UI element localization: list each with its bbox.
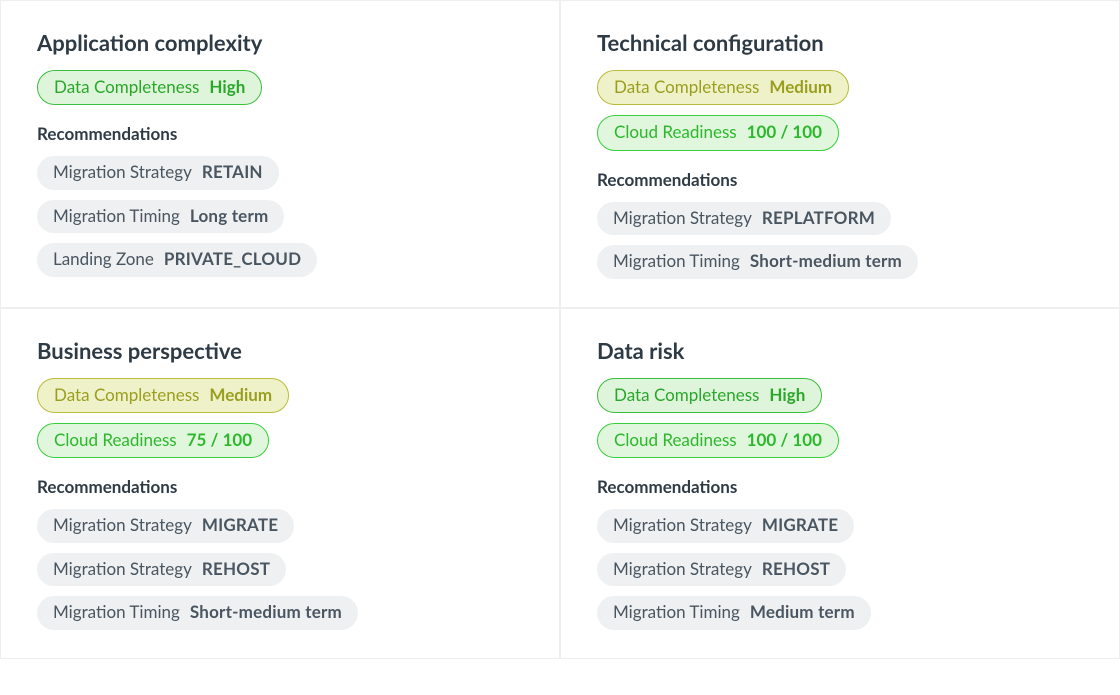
status-pills: Data Completeness High	[37, 70, 527, 105]
pill-cloud-readiness: Cloud Readiness 100 / 100	[597, 423, 839, 458]
chip-label: Migration Timing	[53, 602, 180, 622]
chip-label: Migration Strategy	[53, 162, 192, 182]
chip-label: Migration Strategy	[613, 208, 752, 228]
pill-value: 100 / 100	[747, 430, 822, 450]
chip-value: PRIVATE_CLOUD	[164, 249, 301, 269]
pill-cloud-readiness: Cloud Readiness 100 / 100	[597, 115, 839, 150]
chip-label: Migration Strategy	[613, 559, 752, 579]
card-title: Application complexity	[37, 29, 527, 56]
chip-label: Migration Strategy	[613, 515, 752, 535]
chip-value: REPLATFORM	[762, 208, 875, 228]
pill-data-completeness: Data Completeness High	[37, 70, 262, 105]
recommendations-heading: Recommendations	[37, 476, 527, 497]
pill-value: 75 / 100	[187, 430, 253, 450]
card-data-risk: Data risk Data Completeness High Cloud R…	[560, 308, 1120, 659]
chip-value: REHOST	[202, 559, 270, 579]
chip-landing-zone: Landing Zone PRIVATE_CLOUD	[37, 243, 317, 276]
status-pills: Data Completeness High Cloud Readiness 1…	[597, 378, 1087, 459]
pill-value: Medium	[209, 385, 272, 405]
chip-migration-strategy: Migration Strategy MIGRATE	[37, 509, 294, 542]
chip-label: Migration Timing	[613, 251, 740, 271]
chip-value: Short-medium term	[190, 602, 342, 622]
pill-label: Cloud Readiness	[54, 430, 177, 450]
chip-migration-strategy: Migration Strategy REHOST	[37, 553, 286, 586]
chip-migration-strategy: Migration Strategy REPLATFORM	[597, 202, 891, 235]
chip-value: MIGRATE	[762, 515, 838, 535]
card-business-perspective: Business perspective Data Completeness M…	[0, 308, 560, 659]
assessment-grid: Application complexity Data Completeness…	[0, 0, 1120, 659]
chip-value: Medium term	[750, 602, 855, 622]
recommendations-list: Migration Strategy MIGRATE Migration Str…	[597, 509, 1087, 629]
pill-label: Cloud Readiness	[614, 430, 737, 450]
pill-data-completeness: Data Completeness Medium	[597, 70, 849, 105]
chip-label: Landing Zone	[53, 249, 154, 269]
pill-label: Data Completeness	[54, 77, 199, 97]
card-title: Technical configuration	[597, 29, 1087, 56]
recommendations-list: Migration Strategy RETAIN Migration Timi…	[37, 156, 527, 276]
pill-label: Data Completeness	[614, 77, 759, 97]
chip-migration-strategy: Migration Strategy REHOST	[597, 553, 846, 586]
pill-value: High	[769, 385, 805, 405]
recommendations-list: Migration Strategy MIGRATE Migration Str…	[37, 509, 527, 629]
pill-value: High	[209, 77, 245, 97]
chip-migration-strategy: Migration Strategy RETAIN	[37, 156, 279, 189]
pill-data-completeness: Data Completeness Medium	[37, 378, 289, 413]
chip-migration-strategy: Migration Strategy MIGRATE	[597, 509, 854, 542]
chip-value: Long term	[190, 206, 269, 226]
pill-label: Data Completeness	[614, 385, 759, 405]
pill-label: Cloud Readiness	[614, 122, 737, 142]
pill-value: Medium	[769, 77, 832, 97]
recommendations-list: Migration Strategy REPLATFORM Migration …	[597, 202, 1087, 279]
chip-label: Migration Timing	[53, 206, 180, 226]
card-title: Data risk	[597, 337, 1087, 364]
chip-label: Migration Timing	[613, 602, 740, 622]
chip-value: RETAIN	[202, 162, 263, 182]
card-technical-configuration: Technical configuration Data Completenes…	[560, 0, 1120, 308]
chip-label: Migration Strategy	[53, 559, 192, 579]
chip-migration-timing: Migration Timing Short-medium term	[37, 596, 358, 629]
recommendations-heading: Recommendations	[597, 169, 1087, 190]
chip-value: REHOST	[762, 559, 830, 579]
pill-value: 100 / 100	[747, 122, 822, 142]
chip-value: MIGRATE	[202, 515, 278, 535]
recommendations-heading: Recommendations	[597, 476, 1087, 497]
chip-migration-timing: Migration Timing Long term	[37, 200, 284, 233]
pill-data-completeness: Data Completeness High	[597, 378, 822, 413]
status-pills: Data Completeness Medium Cloud Readiness…	[597, 70, 1087, 151]
pill-cloud-readiness: Cloud Readiness 75 / 100	[37, 423, 269, 458]
chip-migration-timing: Migration Timing Short-medium term	[597, 245, 918, 278]
chip-value: Short-medium term	[750, 251, 902, 271]
status-pills: Data Completeness Medium Cloud Readiness…	[37, 378, 527, 459]
recommendations-heading: Recommendations	[37, 123, 527, 144]
pill-label: Data Completeness	[54, 385, 199, 405]
card-title: Business perspective	[37, 337, 527, 364]
chip-label: Migration Strategy	[53, 515, 192, 535]
card-application-complexity: Application complexity Data Completeness…	[0, 0, 560, 308]
chip-migration-timing: Migration Timing Medium term	[597, 596, 871, 629]
